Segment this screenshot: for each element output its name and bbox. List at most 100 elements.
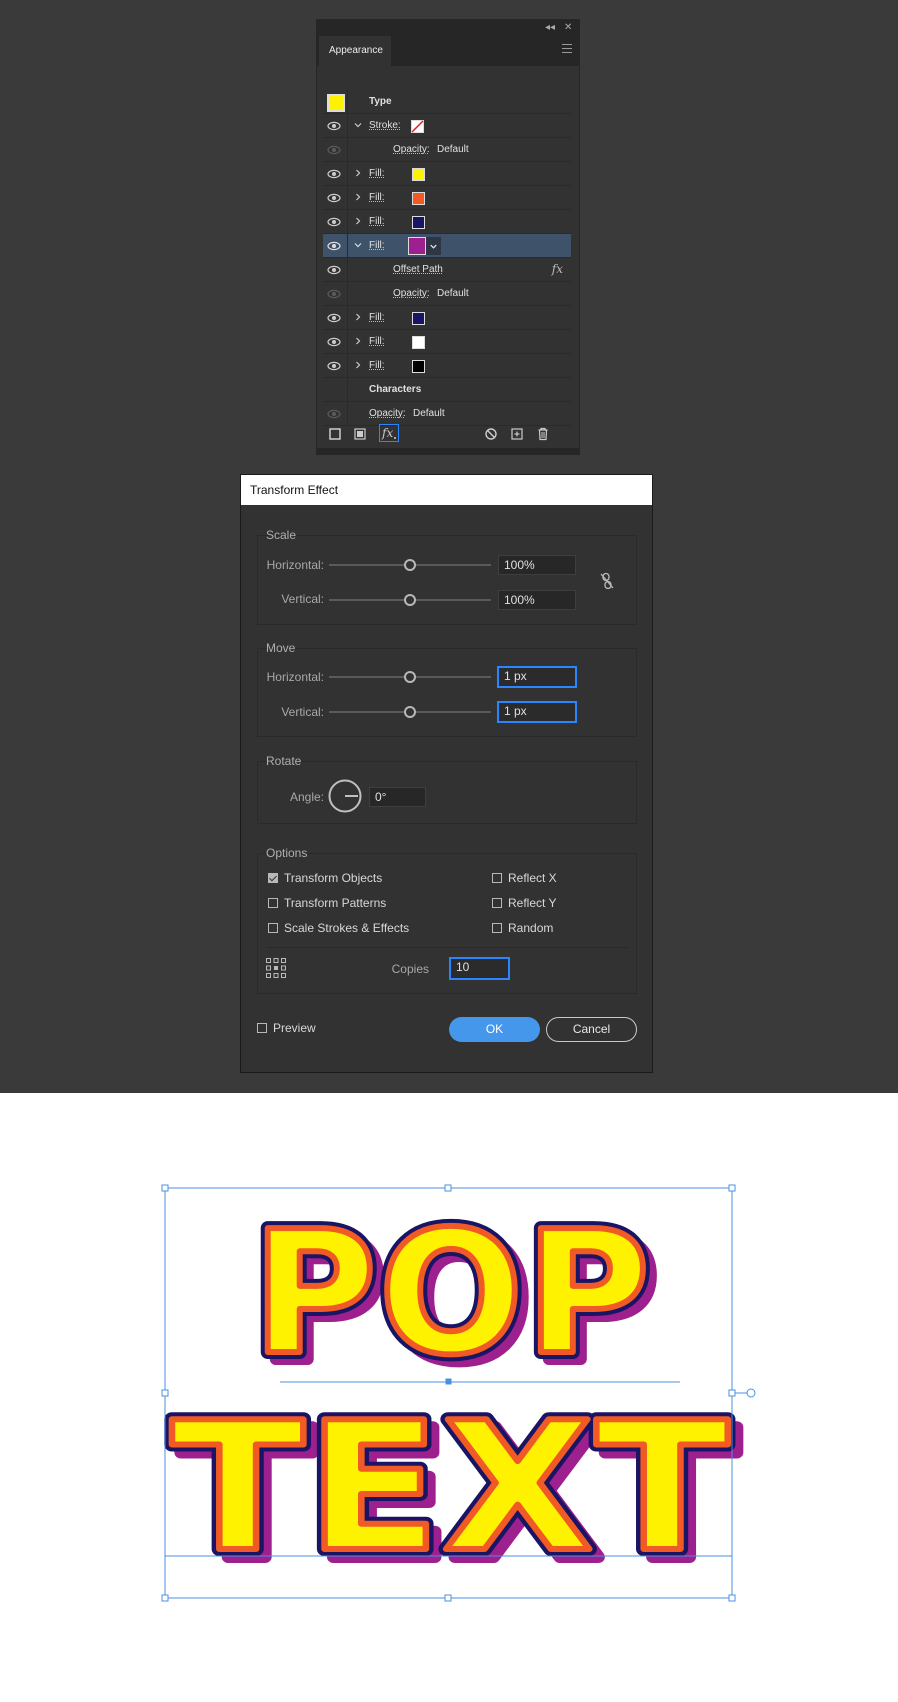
chevron-right-icon[interactable] [352, 215, 364, 227]
reference-point-locator-icon[interactable] [266, 958, 286, 978]
new-fill-icon[interactable] [352, 426, 368, 442]
chevron-right-icon[interactable] [352, 335, 364, 347]
move-vertical-slider-knob[interactable] [404, 706, 416, 718]
fill-label[interactable]: Fill: [369, 239, 385, 253]
appearance-row-type[interactable]: Type [323, 90, 571, 114]
fill-swatch[interactable] [412, 360, 425, 373]
collapse-panel-icon[interactable]: ◂◂ [545, 22, 555, 34]
move-horizontal-input[interactable]: 1 px [497, 666, 577, 688]
chevron-right-icon[interactable] [352, 191, 364, 203]
appearance-row-fill[interactable]: Fill: [323, 354, 571, 378]
panel-titlebar: ◂◂ ✕ [317, 20, 579, 36]
angle-dial-icon[interactable] [328, 779, 362, 813]
fill-swatch[interactable] [412, 168, 425, 181]
add-effect-button[interactable]: fx [379, 424, 399, 442]
visibility-eye-icon[interactable] [327, 335, 341, 349]
appearance-row-fill[interactable]: Fill: [323, 306, 571, 330]
preview-checkbox[interactable] [257, 1023, 267, 1033]
fill-label[interactable]: Fill: [369, 359, 385, 373]
swatch-dropdown[interactable] [426, 237, 441, 255]
scale-strokes-checkbox[interactable] [268, 923, 278, 933]
chevron-right-icon[interactable] [352, 167, 364, 179]
chevron-down-icon[interactable] [352, 239, 364, 251]
fx-icon[interactable]: fx [552, 262, 563, 276]
visibility-eye-icon[interactable] [327, 167, 341, 181]
transform-patterns-label[interactable]: Transform Patterns [284, 896, 386, 910]
ok-button[interactable]: OK [449, 1017, 540, 1042]
fill-label[interactable]: Fill: [369, 311, 385, 325]
visibility-eye-icon[interactable] [327, 119, 341, 133]
reflect-x-label[interactable]: Reflect X [508, 871, 557, 885]
fill-swatch[interactable] [408, 237, 426, 255]
fill-label[interactable]: Fill: [369, 191, 385, 205]
panel-resize-bar[interactable] [317, 448, 579, 454]
stroke-label[interactable]: Stroke: [369, 119, 401, 133]
reflect-y-label[interactable]: Reflect Y [508, 896, 556, 910]
reflect-y-checkbox[interactable] [492, 898, 502, 908]
transform-objects-checkbox[interactable] [268, 873, 278, 883]
fill-swatch[interactable] [412, 336, 425, 349]
appearance-row-fill-selected[interactable]: Fill: [323, 234, 571, 258]
fill-swatch[interactable] [412, 312, 425, 325]
move-group-title: Move [266, 641, 296, 655]
random-label[interactable]: Random [508, 921, 553, 935]
appearance-row-fill[interactable]: Fill: [323, 162, 571, 186]
random-checkbox[interactable] [492, 923, 502, 933]
appearance-row-fill[interactable]: Fill: [323, 210, 571, 234]
clear-appearance-icon[interactable] [483, 426, 499, 442]
fill-label[interactable]: Fill: [369, 167, 385, 181]
visibility-eye-dim-icon[interactable] [327, 287, 341, 301]
fill-label[interactable]: Fill: [369, 335, 385, 349]
visibility-eye-icon[interactable] [327, 311, 341, 325]
copies-input[interactable]: 10 [449, 957, 510, 980]
move-horizontal-slider-knob[interactable] [404, 671, 416, 683]
transform-objects-label[interactable]: Transform Objects [284, 871, 382, 885]
stroke-none-swatch[interactable] [411, 120, 424, 133]
opacity-label[interactable]: Opacity: [393, 287, 430, 301]
chevron-down-icon[interactable] [352, 119, 364, 131]
fill-swatch[interactable] [412, 216, 425, 229]
fill-swatch[interactable] [412, 192, 425, 205]
fill-label[interactable]: Fill: [369, 215, 385, 229]
visibility-eye-icon[interactable] [327, 359, 341, 373]
visibility-eye-icon[interactable] [327, 263, 341, 277]
reflect-x-checkbox[interactable] [492, 873, 502, 883]
scale-horizontal-slider-knob[interactable] [404, 559, 416, 571]
visibility-eye-icon[interactable] [327, 239, 341, 253]
scale-vertical-input[interactable]: 100% [498, 590, 576, 610]
visibility-eye-icon[interactable] [327, 191, 341, 205]
constrain-proportions-unlinked-icon[interactable] [599, 572, 615, 590]
tab-appearance[interactable]: Appearance [319, 36, 391, 66]
new-stroke-icon[interactable] [327, 426, 343, 442]
delete-item-icon[interactable] [535, 426, 551, 442]
scale-vertical-slider-knob[interactable] [404, 594, 416, 606]
visibility-eye-dim-icon[interactable] [327, 407, 341, 421]
visibility-eye-icon[interactable] [327, 215, 341, 229]
angle-input[interactable]: 0° [369, 787, 426, 807]
cancel-button[interactable]: Cancel [546, 1017, 637, 1042]
appearance-row-fill[interactable]: Fill: [323, 186, 571, 210]
text-word: TEXT TEXT TEXT [164, 1377, 744, 1605]
move-horizontal-label: Horizontal: [266, 670, 324, 684]
duplicate-item-icon[interactable] [509, 426, 525, 442]
appearance-row-stroke[interactable]: Stroke: [323, 114, 571, 138]
appearance-row-fill-opacity[interactable]: Opacity: Default [323, 282, 571, 306]
move-vertical-input[interactable]: 1 px [497, 701, 577, 723]
chevron-right-icon[interactable] [352, 359, 364, 371]
close-panel-icon[interactable]: ✕ [564, 22, 572, 34]
appearance-row-offset-path[interactable]: Offset Path fx [323, 258, 571, 282]
offset-path-label[interactable]: Offset Path [393, 263, 443, 277]
chevron-right-icon[interactable] [352, 311, 364, 323]
preview-label[interactable]: Preview [273, 1021, 316, 1035]
scale-strokes-label[interactable]: Scale Strokes & Effects [284, 921, 409, 935]
appearance-row-characters[interactable]: Characters [323, 378, 571, 402]
opacity-label[interactable]: Opacity: [369, 407, 406, 421]
appearance-row-fill[interactable]: Fill: [323, 330, 571, 354]
panel-menu-icon[interactable] [562, 44, 572, 54]
visibility-eye-dim-icon[interactable] [327, 143, 341, 157]
pop-text-artwork[interactable]: POP POP POP TEXT TEXT TEXT [0, 1093, 898, 1697]
scale-horizontal-input[interactable]: 100% [498, 555, 576, 575]
opacity-label[interactable]: Opacity: [393, 143, 430, 157]
appearance-row-stroke-opacity[interactable]: Opacity: Default [323, 138, 571, 162]
transform-patterns-checkbox[interactable] [268, 898, 278, 908]
